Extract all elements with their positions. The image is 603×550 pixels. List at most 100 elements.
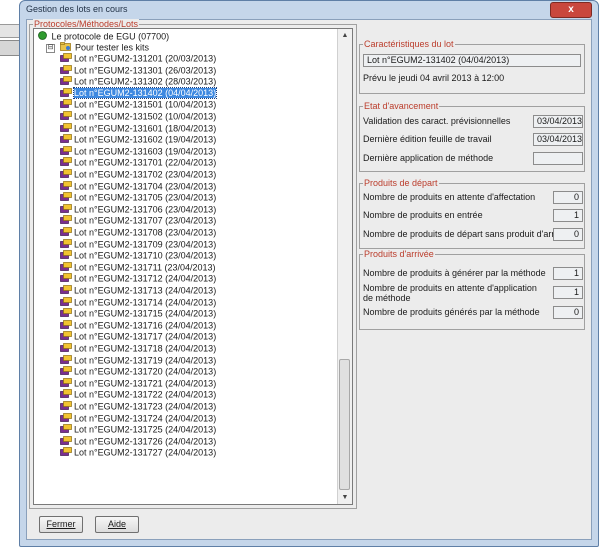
background-tab [0, 40, 21, 56]
lot-tree-label: Lot n°EGUM2-131707 (23/04/2013) [74, 215, 217, 226]
lot-tree-item[interactable]: Lot n°EGUM2-131705 (23/04/2013) [60, 192, 216, 203]
arrival-products-title: Produits d'arrivée [363, 249, 435, 259]
tree-method-node[interactable]: ⊟ Pour tester les kits [46, 42, 149, 53]
lot-tree-label: Lot n°EGUM2-131501 (10/04/2013) [74, 99, 217, 110]
lot-tree-label: Lot n°EGUM2-131722 (24/04/2013) [74, 389, 217, 400]
lot-tree-item[interactable]: Lot n°EGUM2-131717 (24/04/2013) [60, 331, 216, 342]
scroll-up-icon[interactable]: ▲ [338, 29, 352, 42]
lot-tree-item[interactable]: Lot n°EGUM2-131722 (24/04/2013) [60, 389, 216, 400]
lot-tree-item[interactable]: Lot n°EGUM2-131501 (10/04/2013) [60, 99, 216, 110]
lot-tree-item[interactable]: Lot n°EGUM2-131727 (24/04/2013) [60, 447, 216, 458]
lot-tree-item[interactable]: Lot n°EGUM2-131602 (19/04/2013) [60, 134, 216, 145]
lot-tree-label: Lot n°EGUM2-131726 (24/04/2013) [74, 436, 217, 447]
close-button[interactable]: Fermer [39, 516, 83, 533]
lot-tree-item[interactable]: Lot n°EGUM2-131721 (24/04/2013) [60, 377, 217, 390]
waiting-method-field: 1 [553, 286, 583, 299]
lot-box-icon [60, 238, 72, 251]
lot-tree-label: Lot n°EGUM2-131711 (23/04/2013) [74, 262, 216, 273]
lot-tree-label: Lot n°EGUM2-131502 (10/04/2013) [74, 111, 217, 122]
lot-tree-item[interactable]: Lot n°EGUM2-131711 (23/04/2013) [60, 261, 216, 274]
lot-tree-item[interactable]: Lot n°EGUM2-131201 (20/03/2013) [60, 53, 216, 64]
lot-tree[interactable]: Le protocole de EGU (07700) ⊟ Pour teste… [33, 28, 353, 505]
to-generate-field: 1 [553, 267, 583, 280]
no-arrival-field: 0 [553, 228, 583, 241]
lot-tree-label: Lot n°EGUM2-131708 (23/04/2013) [74, 227, 217, 238]
lot-tree-label: Lot n°EGUM2-131302 (28/03/2013) [74, 76, 217, 87]
lot-tree-label: Lot n°EGUM2-131724 (24/04/2013) [74, 413, 217, 424]
lot-box-icon [60, 412, 72, 425]
dialog-window: Gestion des lots en cours x Protocoles/M… [19, 0, 599, 547]
lot-tree-item[interactable]: Lot n°EGUM2-131723 (24/04/2013) [60, 401, 216, 412]
lot-tree-item[interactable]: Lot n°EGUM2-131708 (23/04/2013) [60, 227, 216, 238]
collapse-toggle[interactable]: ⊟ [46, 43, 55, 53]
lot-box-icon [60, 261, 72, 274]
lot-box-icon [60, 401, 72, 413]
lot-tree-item[interactable]: Lot n°EGUM2-131301 (26/03/2013) [60, 64, 217, 77]
lot-tree-item[interactable]: Lot n°EGUM2-131720 (24/04/2013) [60, 366, 216, 377]
close-icon: x [568, 4, 574, 15]
lot-tree-item[interactable]: Lot n°EGUM2-131715 (24/04/2013) [60, 308, 216, 319]
lot-box-icon [60, 169, 72, 181]
scrollbar-thumb[interactable] [339, 359, 350, 490]
lot-tree-item[interactable]: Lot n°EGUM2-131714 (24/04/2013) [60, 296, 217, 308]
lot-tree-item[interactable]: Lot n°EGUM2-131502 (10/04/2013) [60, 111, 216, 122]
lot-tree-item[interactable]: Lot n°EGUM2-131302 (28/03/2013) [60, 76, 216, 87]
lot-box-icon [60, 99, 72, 111]
lot-tree-item[interactable]: Lot n°EGUM2-131706 (23/04/2013) [60, 203, 216, 215]
lot-box-icon [60, 377, 72, 390]
help-button[interactable]: Aide [95, 516, 139, 533]
lot-tree-label: Lot n°EGUM2-131719 (24/04/2013) [74, 355, 217, 366]
tree-root-label: Le protocole de EGU (07700) [51, 31, 170, 42]
background-tab [0, 24, 21, 38]
to-generate-label: Nombre de produits à générer par la méth… [363, 268, 546, 278]
lot-tree-item[interactable]: Lot n°EGUM2-131716 (24/04/2013) [60, 319, 216, 331]
lot-tree-label: Lot n°EGUM2-131709 (23/04/2013) [74, 239, 217, 250]
last-method-label: Dernière application de méthode [363, 153, 494, 163]
lot-tree-item[interactable]: Lot n°EGUM2-131725 (24/04/2013) [60, 424, 216, 435]
validation-label: Validation des caract. prévisionnelles [363, 116, 511, 126]
progress-title: Etat d'avancement [363, 101, 440, 111]
validation-date-field: 03/04/2013 [533, 115, 583, 128]
tree-scrollbar[interactable]: ▲ ▼ [337, 29, 352, 504]
lot-tree-item[interactable]: Lot n°EGUM2-131707 (23/04/2013) [60, 215, 216, 226]
lot-tree-label: Lot n°EGUM2-131201 (20/03/2013) [74, 53, 217, 64]
lot-tree-item[interactable]: Lot n°EGUM2-131710 (23/04/2013) [60, 250, 216, 261]
lot-tree-label: Lot n°EGUM2-131714 (24/04/2013) [74, 297, 217, 308]
lot-box-icon [60, 366, 72, 378]
lot-box-icon [60, 308, 72, 320]
lot-tree-label: Lot n°EGUM2-131721 (24/04/2013) [74, 378, 217, 389]
input-products-label: Nombre de produits en entrée [363, 210, 483, 220]
lot-tree-item[interactable]: Lot n°EGUM2-131709 (23/04/2013) [60, 238, 217, 251]
lot-tree-item[interactable]: Lot n°EGUM2-131718 (24/04/2013) [60, 343, 216, 354]
lot-tree-item[interactable]: Lot n°EGUM2-131713 (24/04/2013) [60, 285, 216, 296]
lot-tree-label: Lot n°EGUM2-131301 (26/03/2013) [74, 65, 217, 76]
lot-tree-item[interactable]: Lot n°EGUM2-131724 (24/04/2013) [60, 412, 217, 425]
scroll-down-icon[interactable]: ▼ [338, 491, 352, 504]
lot-tree-label: Lot n°EGUM2-131715 (24/04/2013) [74, 308, 217, 319]
lot-tree-item[interactable]: Lot n°EGUM2-131726 (24/04/2013) [60, 435, 217, 447]
close-window-button[interactable]: x [550, 2, 592, 18]
lot-tree-item[interactable]: Lot n°EGUM2-131402 (04/04/2013) [60, 87, 218, 100]
lot-tree-item[interactable]: Lot n°EGUM2-131603 (19/04/2013) [60, 145, 216, 157]
lot-box-icon [60, 134, 72, 146]
input-products-field: 1 [553, 209, 583, 222]
title-bar[interactable]: Gestion des lots en cours x [20, 1, 598, 19]
lot-tree-item[interactable]: Lot n°EGUM2-131701 (22/04/2013) [60, 157, 216, 168]
lot-tree-label: Lot n°EGUM2-131720 (24/04/2013) [74, 366, 217, 377]
lot-tree-item[interactable]: Lot n°EGUM2-131719 (24/04/2013) [60, 354, 217, 366]
dialog-client-area: Protocoles/Méthodes/Lots Le protocole de… [26, 19, 592, 540]
lot-tree-item[interactable]: Lot n°EGUM2-131712 (24/04/2013) [60, 273, 216, 284]
lot-tree-label: Lot n°EGUM2-131712 (24/04/2013) [74, 273, 217, 284]
lot-box-icon [60, 87, 72, 100]
tree-root-node[interactable]: Le protocole de EGU (07700) [38, 31, 169, 42]
lot-box-icon [60, 111, 72, 123]
lot-tree-label: Lot n°EGUM2-131718 (24/04/2013) [74, 343, 217, 354]
lot-tree-label: Lot n°EGUM2-131702 (23/04/2013) [74, 169, 217, 180]
lot-box-icon [60, 64, 72, 77]
lot-tree-label: Lot n°EGUM2-131725 (24/04/2013) [74, 424, 217, 435]
lot-tree-item[interactable]: Lot n°EGUM2-131704 (23/04/2013) [60, 180, 216, 192]
lot-tree-item[interactable]: Lot n°EGUM2-131601 (18/04/2013) [60, 122, 216, 134]
lot-tree-item[interactable]: Lot n°EGUM2-131702 (23/04/2013) [60, 169, 216, 180]
tree-content: Le protocole de EGU (07700) ⊟ Pour teste… [36, 29, 338, 504]
lot-box-icon [60, 250, 72, 262]
